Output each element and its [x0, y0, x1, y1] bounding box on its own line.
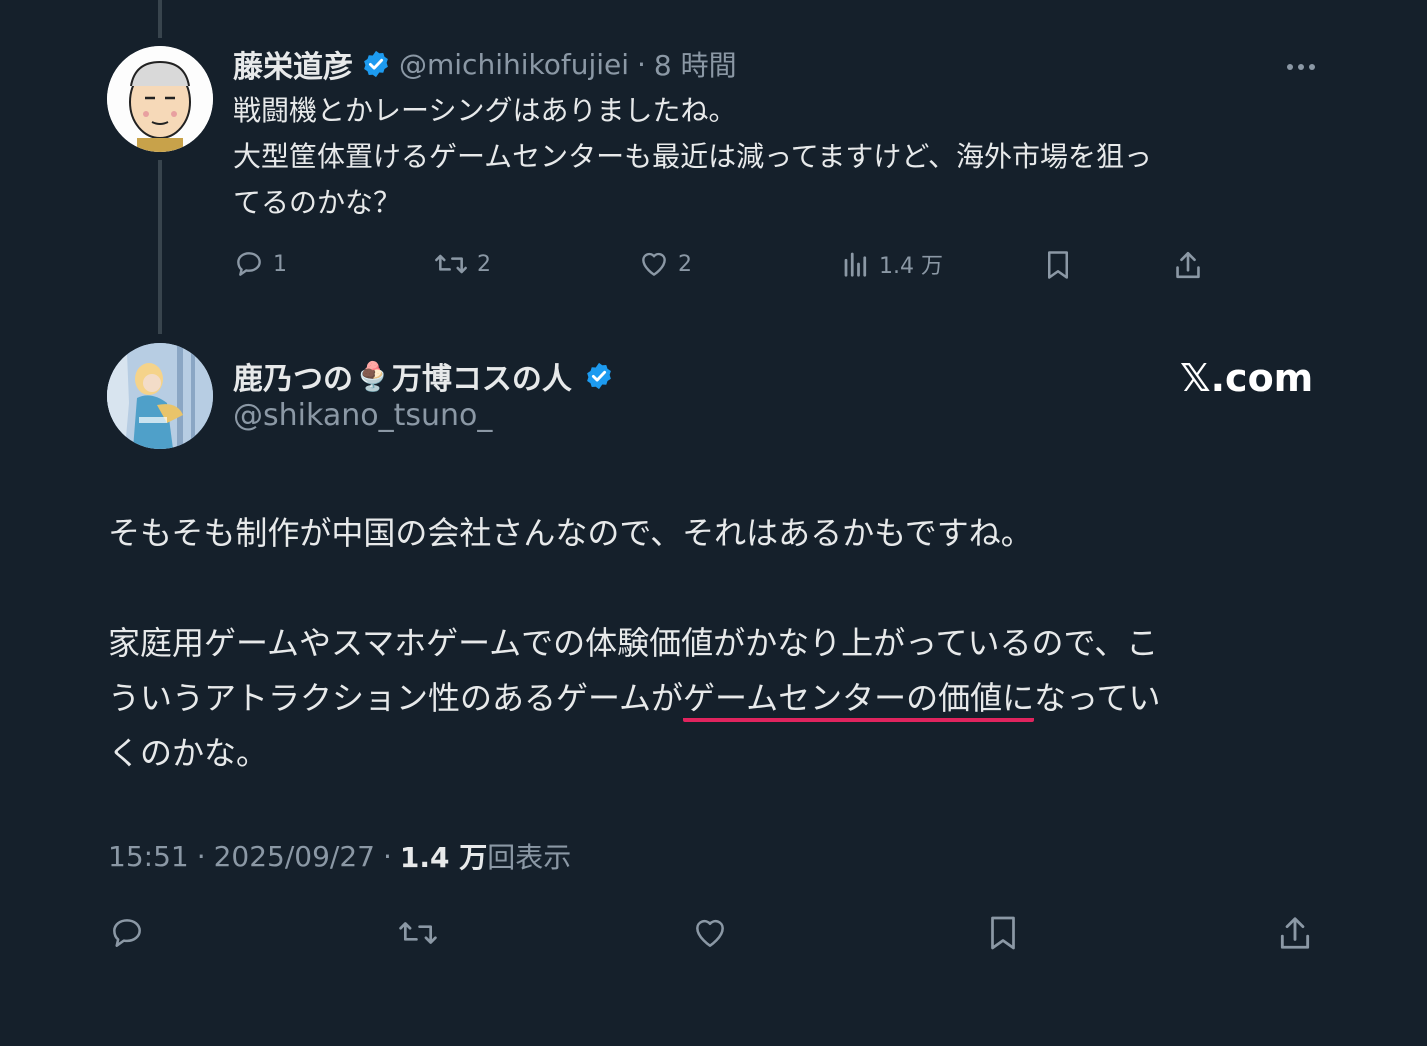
main-author-name[interactable]: 鹿乃つの	[233, 354, 353, 398]
retweet-count: 2	[477, 251, 491, 277]
like-icon	[642, 252, 666, 276]
cartoon-face-avatar-image	[107, 46, 213, 152]
verified-icon	[587, 362, 611, 390]
share-icon	[1280, 917, 1310, 949]
main-text-before-highlight: ういうアトラクション性のあるゲームが	[108, 679, 684, 717]
retweet-icon	[399, 922, 437, 944]
reply-like-button[interactable]: 2	[638, 248, 692, 280]
reply-avatar[interactable]	[107, 46, 213, 152]
main-like-button[interactable]	[691, 914, 729, 952]
main-bookmark-button[interactable]	[985, 912, 1021, 954]
main-paragraph-1: そもそも制作が中国の会社さんなので、それはあるかもですね。	[108, 514, 1033, 552]
main-handle[interactable]: @shikano_tsuno_	[233, 398, 492, 433]
reply-reply-button[interactable]: 1	[233, 248, 287, 280]
main-share-button[interactable]	[1276, 912, 1314, 954]
more-icon[interactable]	[1285, 58, 1317, 77]
main-paragraph-spacer	[108, 561, 1328, 616]
main-author-name-suffix[interactable]: 万博コスの人	[392, 354, 572, 398]
views-label: 回表示	[487, 841, 572, 874]
reply-bookmark-button[interactable]	[1043, 248, 1073, 282]
reply-line-1: 戦闘機とかレーシングはありましたね。	[233, 94, 737, 127]
reply-line-3: てるのかな？	[233, 186, 402, 219]
bookmark-icon	[1048, 251, 1068, 279]
share-icon	[1176, 251, 1200, 279]
reply-share-button[interactable]	[1172, 248, 1204, 282]
main-author-row: 鹿乃つの 🍨 万博コスの人	[233, 354, 614, 398]
reply-author-name[interactable]: 藤栄道彦	[233, 42, 353, 86]
site-label[interactable]: 𝕏.com	[1180, 356, 1313, 400]
main-avatar[interactable]	[107, 343, 213, 449]
reply-retweet-button[interactable]: 2	[433, 248, 491, 280]
main-retweet-button[interactable]	[396, 914, 440, 952]
tweet-time[interactable]: 15:51	[108, 840, 189, 873]
reply-line-2: 大型筐体置けるゲームセンターも最近は減ってますけど、海外市場を狙っ	[233, 140, 1152, 173]
reply-handle[interactable]: @michihikofujiei	[399, 48, 629, 81]
reply-count: 1	[273, 251, 287, 277]
main-text-after-highlight: なってい	[1034, 679, 1161, 717]
tweet-date[interactable]: 2025/09/27	[214, 840, 375, 873]
views-stat[interactable]: 1.4 万 回表示	[400, 836, 571, 876]
main-body: そもそも制作が中国の会社さんなので、それはあるかもですね。 家庭用ゲームやスマホ…	[108, 506, 1328, 781]
reply-time[interactable]: 8 時間	[654, 44, 737, 84]
reply-body: 戦闘機とかレーシングはありましたね。 大型筐体置けるゲームセンターも最近は減って…	[233, 88, 1313, 226]
ice-cream-emoji-icon: 🍨	[355, 359, 390, 393]
main-paragraph-2-line-1: 家庭用ゲームやスマホゲームでの体験価値がかなり上がっているので、こ	[108, 624, 1159, 662]
thread-line-connector	[158, 160, 162, 334]
meta-separator: ·	[383, 839, 392, 873]
bookmark-icon	[991, 916, 1015, 950]
view-count: 1.4 万	[879, 254, 943, 279]
thread-line-top	[158, 0, 162, 38]
retweet-icon	[435, 254, 467, 274]
reply-icon	[237, 252, 261, 276]
reply-header: 藤栄道彦 @michihikofujiei · 8 時間	[233, 42, 737, 86]
underlined-phrase: ゲームセンターの価値に	[683, 678, 1035, 722]
main-reply-button[interactable]	[108, 914, 146, 952]
tweet-metadata: 15:51 · 2025/09/27 · 1.4 万 回表示	[108, 836, 571, 876]
main-paragraph-2-line-2: ういうアトラクション性のあるゲームがゲームセンターの価値になってい	[108, 671, 1328, 726]
views-count: 1.4 万	[399, 841, 488, 874]
like-icon	[696, 919, 724, 947]
views-icon	[844, 252, 867, 277]
main-paragraph-2-line-3: くのかな。	[108, 734, 269, 772]
reply-meta-separator: ·	[637, 47, 646, 81]
verified-icon	[364, 50, 388, 78]
meta-separator: ·	[196, 839, 206, 873]
like-count: 2	[678, 251, 692, 277]
reply-views-button[interactable]: 1.4 万	[841, 248, 943, 280]
cosplay-photo-avatar-image	[107, 343, 213, 449]
reply-icon	[113, 919, 141, 947]
